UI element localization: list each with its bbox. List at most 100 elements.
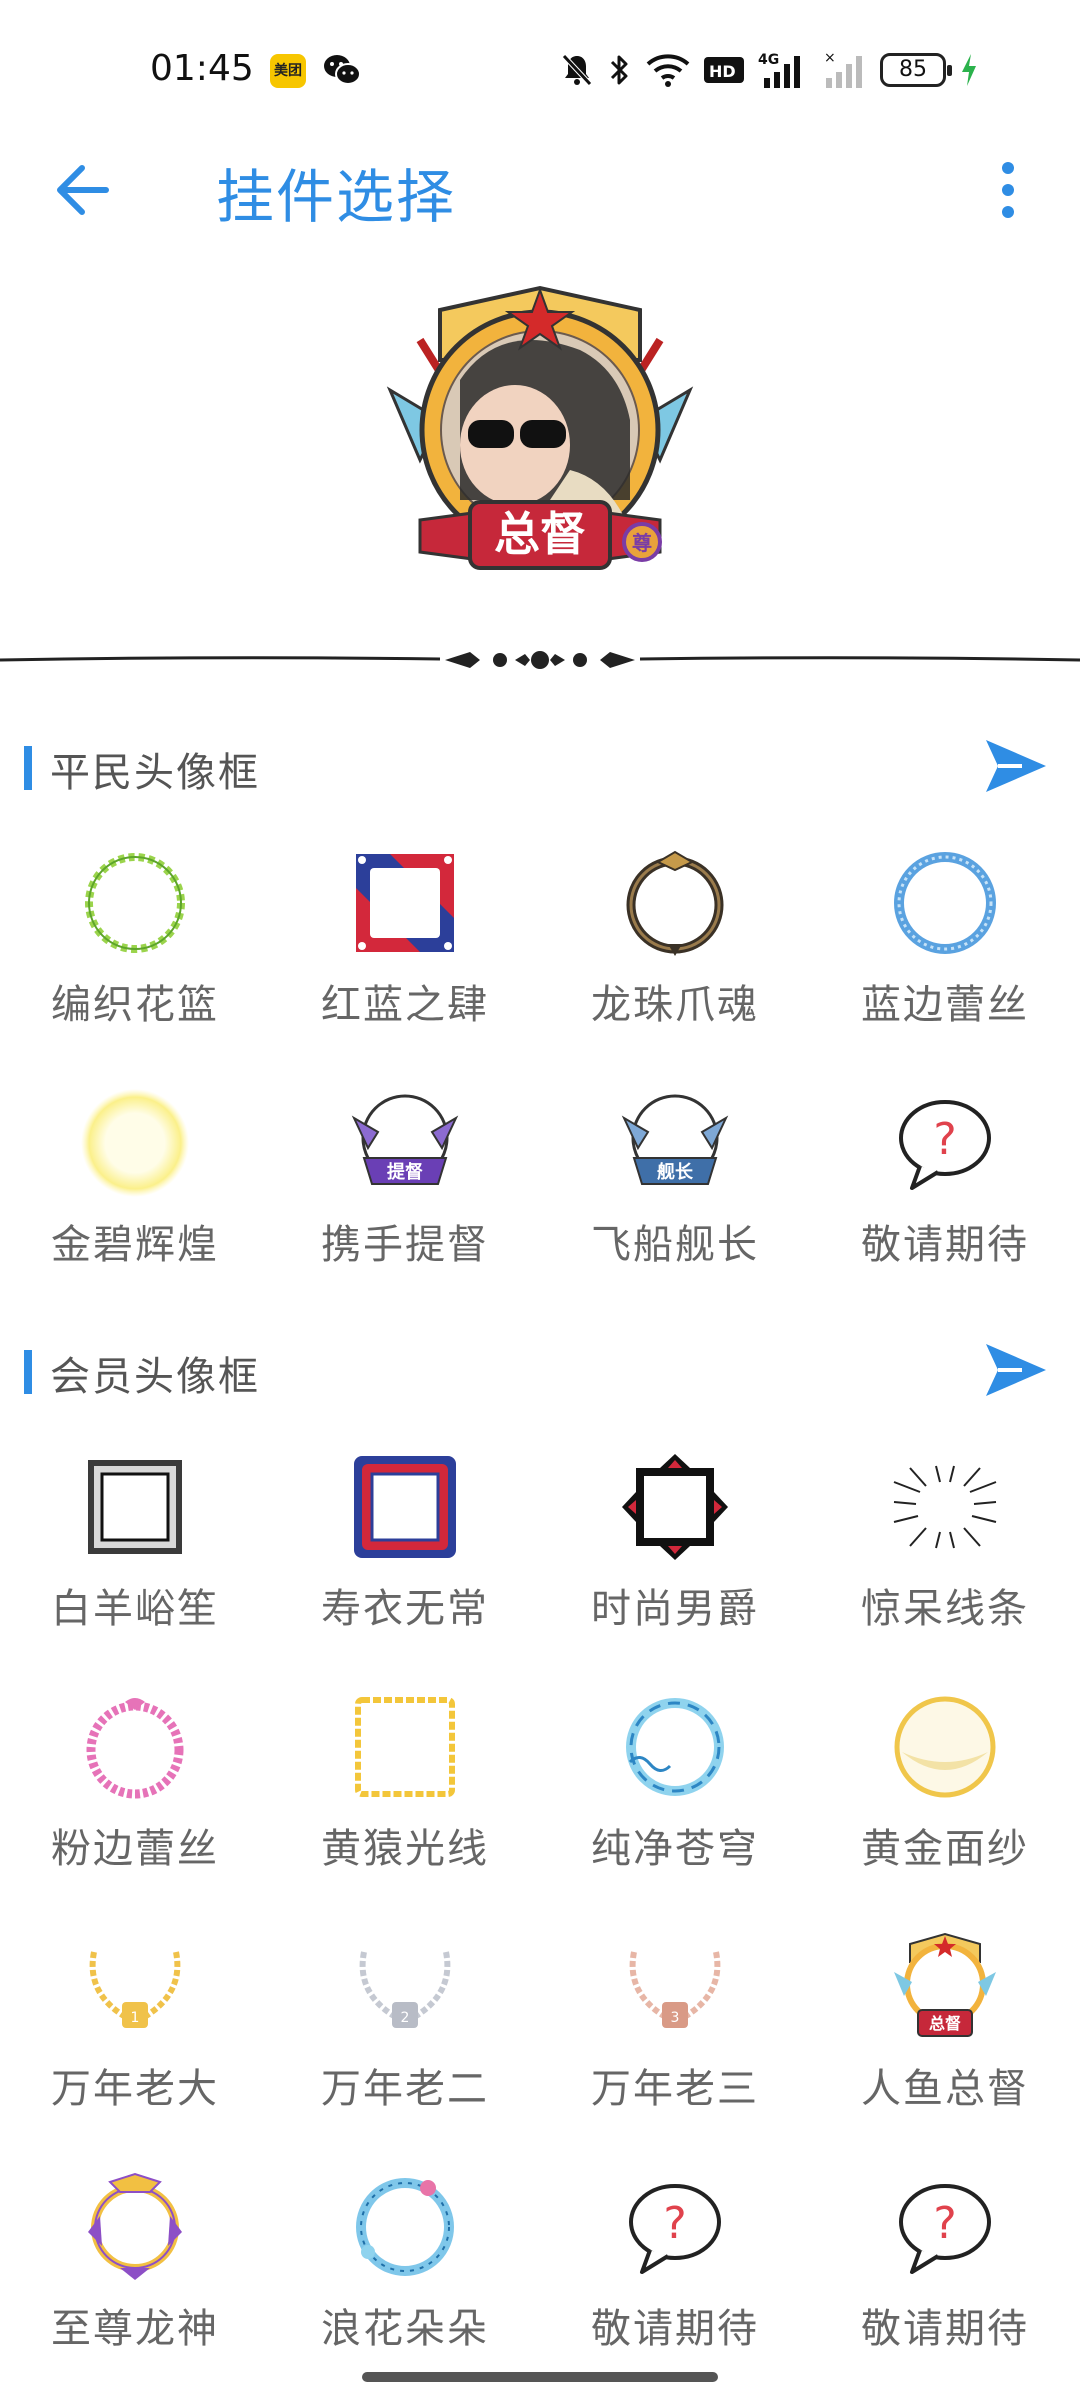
frame-item[interactable]: 浪花朵朵: [270, 2160, 540, 2400]
frame-label: 龙珠爪魂: [591, 982, 759, 1028]
signal-empty-icon: ×: [824, 50, 862, 88]
status-bar: 01:45 美团 HD 4G × 85: [0, 0, 1080, 120]
section-title: 会员头像框: [50, 1354, 260, 1400]
mute-bell-icon: [562, 54, 592, 86]
frame-label: 浪花朵朵: [321, 2306, 489, 2352]
back-arrow-icon[interactable]: [52, 160, 112, 220]
send-icon[interactable]: [982, 734, 1050, 798]
svg-text:?: ?: [663, 2198, 686, 2249]
page-title: 挂件选择: [216, 163, 457, 231]
frame-item[interactable]: 时尚男爵: [540, 1440, 810, 1680]
pink-lace-ring-icon: [86, 1698, 184, 1799]
svg-text:?: ?: [933, 1114, 956, 1165]
bluetooth-icon: [610, 55, 628, 85]
status-icons: HD 4G × 85: [560, 48, 978, 92]
red-blue-square-frame-icon: [356, 854, 454, 952]
frame-label: 万年老二: [321, 2066, 489, 2112]
svg-text:4G: 4G: [758, 52, 779, 68]
wave-flower-ring-icon: [356, 2178, 454, 2276]
wechat-icon: [324, 55, 361, 85]
section-member-frames-header: 会员头像框: [0, 1336, 1080, 1406]
home-indicator[interactable]: [362, 2372, 718, 2382]
frame-label: 白羊峪笙: [51, 1586, 219, 1632]
avatar-preview: 总督 尊: [386, 285, 694, 570]
frame-label: 黄金面纱: [861, 1826, 1029, 1872]
frame-label: 纯净苍穹: [591, 1826, 759, 1872]
preview-badge-text: 总督: [494, 507, 586, 561]
preview-small-badge: 尊: [632, 531, 652, 555]
signal-4g-icon: 4G: [758, 52, 800, 88]
section-civilian-frames-header: 平民头像框: [0, 732, 1080, 802]
badge-text: 总督: [929, 2014, 961, 2033]
more-options-icon[interactable]: [988, 158, 1028, 222]
frame-item[interactable]: ? 敬请期待: [810, 1076, 1080, 1316]
frame-label: 敬请期待: [861, 1222, 1029, 1268]
frame-label: 敬请期待: [861, 2306, 1029, 2352]
svg-text:3: 3: [671, 2010, 680, 2026]
frame-item[interactable]: 红蓝之肆: [270, 836, 540, 1076]
golden-glow-ring-icon: [81, 1089, 189, 1197]
frame-item[interactable]: 黄金面纱: [810, 1680, 1080, 1920]
manga-lines-frame-icon: [893, 1465, 997, 1549]
supreme-dragon-frame-icon: [88, 2172, 182, 2280]
frame-label: 携手提督: [321, 1222, 489, 1268]
wifi-icon: [646, 54, 690, 87]
frame-label: 敬请期待: [591, 2306, 759, 2352]
svg-text:1: 1: [131, 2010, 140, 2026]
black-red-cross-frame-icon: [622, 1454, 728, 1560]
question-bubble-icon: ?: [629, 2184, 721, 2274]
section-accent-bar: [24, 746, 32, 790]
frame-item[interactable]: ? 敬请期待: [540, 2160, 810, 2400]
frame-item[interactable]: 舰长 飞船舰长: [540, 1076, 810, 1316]
frame-item[interactable]: ? 敬请期待: [810, 2160, 1080, 2400]
golden-veil-ring-icon: [894, 1696, 996, 1798]
frame-item[interactable]: 至尊龙神: [0, 2160, 270, 2400]
frame-label: 蓝边蕾丝: [861, 982, 1029, 1028]
frame-item[interactable]: 总督 人鱼总督: [810, 1920, 1080, 2160]
frame-label: 人鱼总督: [861, 2066, 1029, 2112]
frame-item[interactable]: 1 万年老大: [0, 1920, 270, 2160]
svg-text:2: 2: [401, 2010, 410, 2026]
question-bubble-icon: ?: [899, 1100, 991, 1190]
frame-item[interactable]: 龙珠爪魂: [540, 836, 810, 1076]
frame-label: 黄猿光线: [321, 1826, 489, 1872]
hd-icon: HD: [704, 57, 744, 83]
frame-item[interactable]: 黄猿光线: [270, 1680, 540, 1920]
frame-item[interactable]: 提督 携手提督: [270, 1076, 540, 1316]
frame-label: 时尚男爵: [591, 1586, 759, 1632]
blue-lace-ring-icon: [894, 852, 996, 954]
green-braid-ring-icon: [85, 853, 185, 953]
frame-item[interactable]: 蓝边蕾丝: [810, 836, 1080, 1076]
frame-item[interactable]: 白羊峪笙: [0, 1440, 270, 1680]
frame-label: 粉边蕾丝: [51, 1826, 219, 1872]
bronze-laurel-icon: 3: [629, 1951, 721, 2028]
badge-text: 提督: [387, 1161, 423, 1183]
frame-label: 惊呆线条: [861, 1586, 1029, 1632]
frame-label: 寿衣无常: [321, 1586, 489, 1632]
section-title: 平民头像框: [50, 750, 260, 796]
battery-icon: 85: [880, 53, 952, 87]
sky-wave-ring-icon: [626, 1698, 724, 1796]
svg-text:×: ×: [824, 50, 836, 66]
frame-item[interactable]: 寿衣无常: [270, 1440, 540, 1680]
frame-item[interactable]: 编织花篮: [0, 836, 270, 1076]
section-accent-bar: [24, 1350, 32, 1394]
frame-item[interactable]: 金碧辉煌: [0, 1076, 270, 1316]
meituan-icon: 美团: [270, 54, 306, 88]
frame-item[interactable]: 2 万年老二: [270, 1920, 540, 2160]
frame-item[interactable]: 惊呆线条: [810, 1440, 1080, 1680]
ornate-divider: [0, 651, 1080, 669]
frame-item[interactable]: 粉边蕾丝: [0, 1680, 270, 1920]
gold-laurel-icon: 1: [89, 1951, 181, 2028]
dragon-claw-ring-icon: [626, 850, 724, 956]
badge-text: 舰长: [657, 1161, 694, 1183]
frame-item[interactable]: 纯净苍穹: [540, 1680, 810, 1920]
frame-item[interactable]: 3 万年老三: [540, 1920, 810, 2160]
question-bubble-icon: ?: [899, 2184, 991, 2274]
admiral-badge-frame-icon: 提督: [351, 1094, 459, 1185]
frame-label: 万年老三: [591, 2066, 759, 2112]
app-bar: 挂件选择: [0, 130, 1080, 250]
send-icon[interactable]: [982, 1338, 1050, 1402]
status-time: 01:45: [150, 48, 254, 89]
ornate-red-blue-frame-icon: [354, 1456, 456, 1558]
